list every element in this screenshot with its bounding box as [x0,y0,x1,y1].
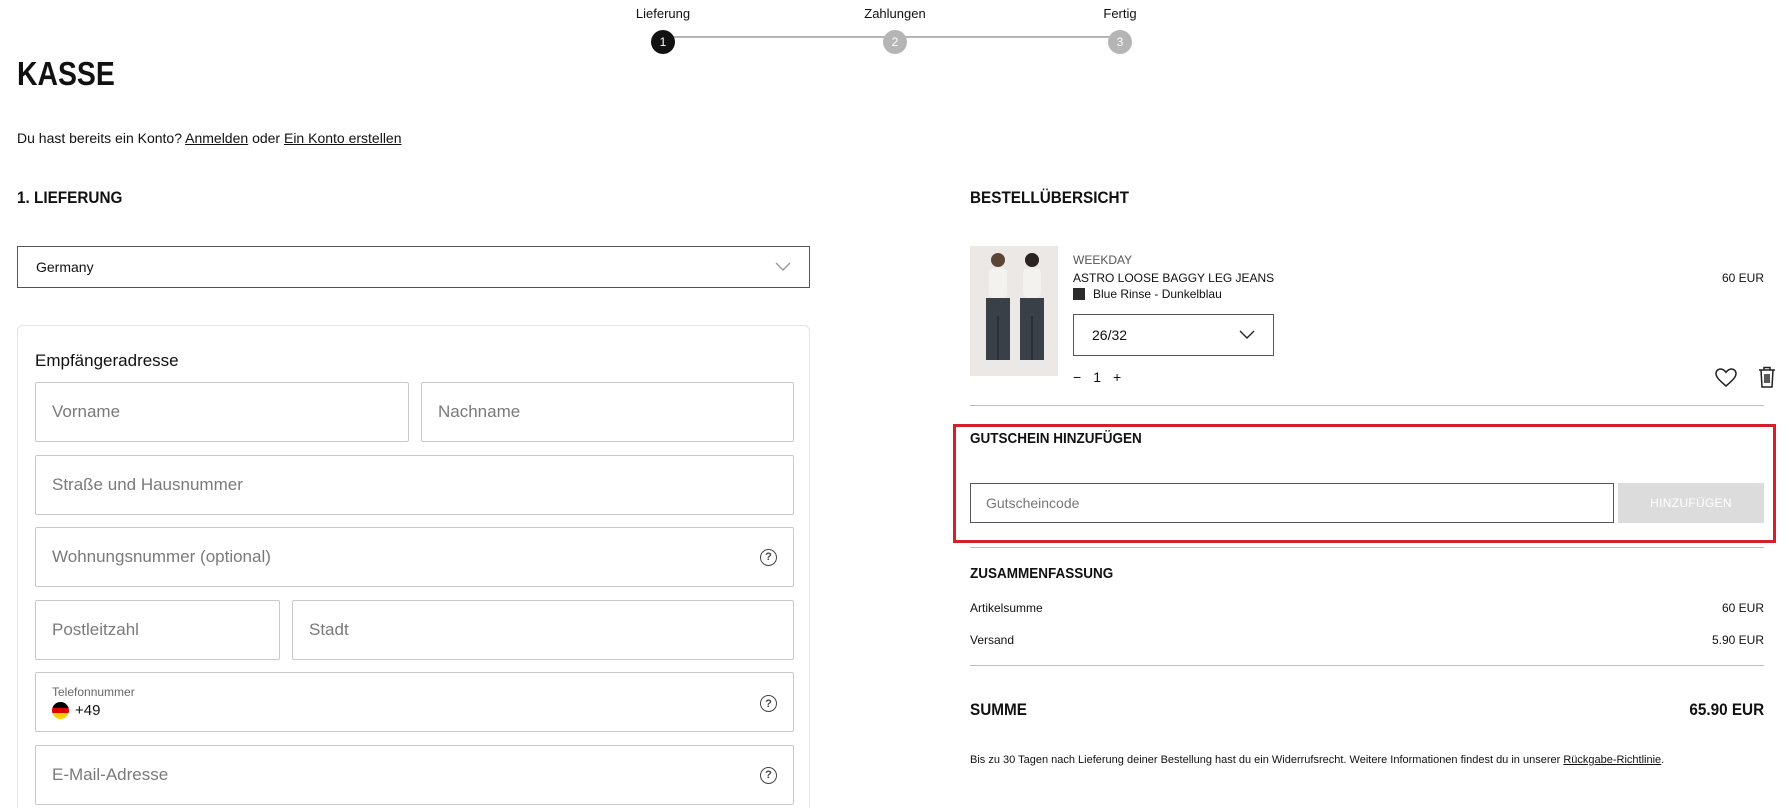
return-policy-link[interactable]: Rückgabe-Richtlinie [1563,754,1661,766]
product-color: Blue Rinse - Dunkelblau [1073,287,1222,301]
subtotal-value: 60 EUR [1721,601,1764,615]
increase-quantity-button[interactable]: + [1113,369,1121,385]
city-field[interactable] [292,600,794,660]
return-note-text: Bis zu 30 Tagen nach Lieferung deiner Be… [970,754,1561,766]
divider [970,665,1764,666]
total-label: SUMME [970,700,1027,719]
apartment-field[interactable]: ? [35,527,794,587]
country-value: Germany [36,259,94,275]
first-name-input[interactable] [52,402,392,422]
last-name-field[interactable] [421,382,794,442]
account-prompt: Du hast bereits ein Konto? Anmelden oder… [17,130,402,146]
help-icon[interactable]: ? [760,548,777,566]
shipping-value: 5.90 EUR [1711,633,1764,647]
account-prompt-text: Du hast bereits ein Konto? [17,130,182,146]
product-color-label: Blue Rinse - Dunkelblau [1093,287,1222,301]
step-zahlungen: Zahlungen 2 [835,5,955,54]
step-fertig: Fertig 3 [1060,5,1180,54]
help-icon[interactable]: ? [760,766,777,784]
shipping-label: Versand [970,633,1015,647]
divider [970,405,1764,406]
heart-icon[interactable] [1715,368,1737,393]
total-value: 65.90 EUR [1689,700,1764,719]
size-select[interactable]: 26/32 [1073,314,1274,356]
divider [970,547,1764,548]
chevron-down-icon [1239,327,1255,343]
help-icon[interactable]: ? [760,695,777,712]
country-select[interactable]: Germany [17,246,810,288]
germany-flag-icon [52,702,69,719]
step-label: Zahlungen [864,6,926,21]
phone-field[interactable]: Telefonnummer +49 ? [35,672,794,732]
address-card-title: Empfängeradresse [35,351,179,370]
subtotal-label: Artikelsumme [970,601,1043,615]
recipient-address-card: Empfängeradresse ? Telefonnummer +49 ? ? [17,325,810,808]
step-lieferung: Lieferung 1 [603,5,723,54]
phone-country-code[interactable]: +49 [52,702,100,719]
decrease-quantity-button[interactable]: − [1073,369,1081,385]
product-image[interactable] [970,246,1058,376]
page-title: KASSE [17,55,115,92]
step-number-badge: 1 [651,30,675,54]
trash-icon[interactable] [1758,366,1776,393]
delivery-heading: 1. LIEFERUNG [17,188,123,207]
street-input[interactable] [52,475,777,495]
return-policy-note: Bis zu 30 Tagen nach Lieferung deiner Be… [970,754,1664,766]
quantity-stepper: − 1 + [1073,369,1121,385]
register-link[interactable]: Ein Konto erstellen [284,130,402,146]
email-input[interactable] [52,765,760,785]
phone-label: Telefonnummer [52,685,135,699]
step-label: Lieferung [635,6,691,21]
return-note-suffix: . [1661,754,1665,766]
phone-prefix: +49 [75,702,101,719]
color-swatch [1073,288,1085,300]
street-field[interactable] [35,455,794,515]
product-price: 60 EUR [1721,271,1764,285]
checkout-stepper: Lieferung 1 Zahlungen 2 Fertig 3 [636,0,1137,60]
product-name[interactable]: ASTRO LOOSE BAGGY LEG JEANS [1073,271,1274,285]
chevron-down-icon [775,259,791,275]
size-value: 26/32 [1092,327,1128,343]
add-coupon-button[interactable]: HINZUFÜGEN [1618,483,1764,523]
coupon-code-field[interactable] [970,483,1614,523]
last-name-input[interactable] [438,402,777,422]
summary-heading: ZUSAMMENFASSUNG [970,565,1114,582]
coupon-heading: GUTSCHEIN HINZUFÜGEN [970,430,1142,447]
step-number-badge: 2 [883,30,907,54]
product-brand: WEEKDAY [1073,253,1133,267]
first-name-field[interactable] [35,382,409,442]
step-label: Fertig [1103,6,1137,21]
coupon-code-input[interactable] [986,495,1598,511]
postal-code-field[interactable] [35,600,280,660]
postal-code-input[interactable] [52,620,263,640]
apartment-input[interactable] [52,547,760,567]
order-summary-heading: BESTELLÜBERSICHT [970,188,1129,207]
city-input[interactable] [309,620,777,640]
or-text: oder [252,130,281,146]
email-field[interactable]: ? [35,745,794,805]
step-number-badge: 3 [1108,30,1132,54]
login-link[interactable]: Anmelden [185,130,248,146]
quantity-value: 1 [1093,369,1101,385]
